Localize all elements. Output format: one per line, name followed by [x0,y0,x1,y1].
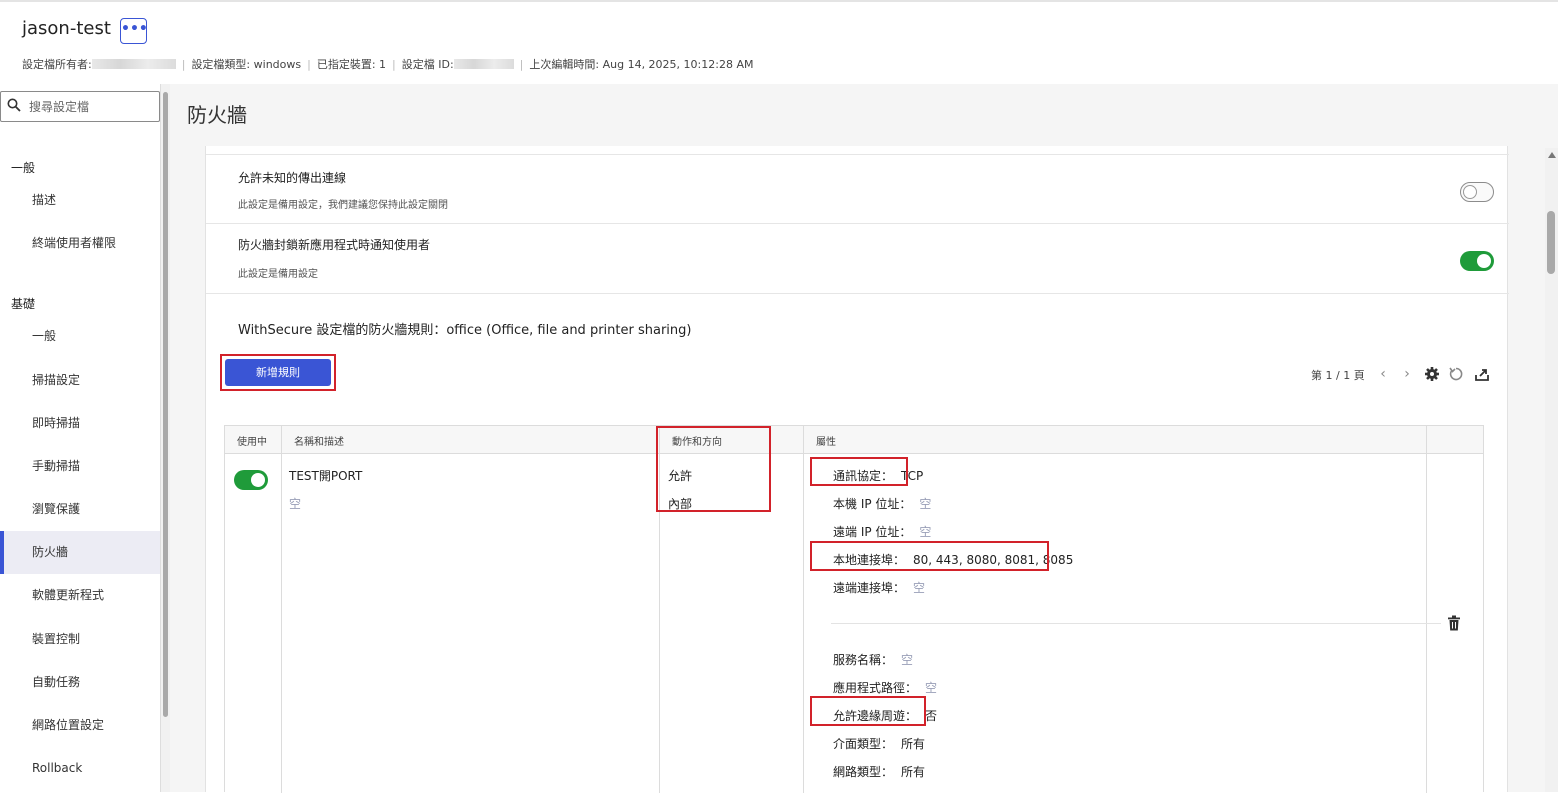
rules-title: WithSecure 設定檔的防火牆規則：office (Office, fil… [238,323,692,338]
rule-enabled-toggle[interactable] [234,470,268,490]
column-header-properties[interactable]: 屬性 [816,433,836,448]
next-page-icon[interactable]: › [1399,366,1415,382]
main-content: 防火牆 允許未知的傳出連線 此設定是備用設定，我們建議您保持此設定關閉 防火牆封… [170,84,1558,793]
redacted-owner [91,59,176,69]
prop-local-ip: 本機 IP 位址：空 [833,497,932,511]
rule-direction: 內部 [668,497,693,511]
sidebar-item-description[interactable]: 描述 [0,179,160,222]
id-label: 設定檔 ID: [401,58,454,71]
search-icon [7,98,21,112]
setting-title: 允許未知的傳出連線 [238,171,347,185]
sidebar-item-manual-scan[interactable]: 手動掃描 [0,445,160,488]
toggle-unknown-outbound[interactable] [1460,182,1494,202]
sidebar-item-software-updater[interactable]: 軟體更新程式 [0,574,160,617]
column-divider [1426,426,1427,793]
section-general: 一般 [11,161,36,175]
sidebar-scroll-thumb[interactable] [163,92,168,717]
profile-title: jason-test [22,18,111,39]
firewall-settings-card: 允許未知的傳出連線 此設定是備用設定，我們建議您保持此設定關閉 防火牆封鎖新應用… [205,146,1509,793]
prop-remote-ip: 遠端 IP 位址：空 [833,525,932,539]
redacted-id [453,59,514,69]
section-basics: 基礎 [11,297,36,311]
setting-subtitle: 此設定是備用設定 [238,269,318,280]
search-input[interactable] [29,96,153,117]
column-header-name[interactable]: 名稱和描述 [294,433,344,448]
page-scrollbar[interactable] [1545,148,1558,792]
type-label: 設定檔類型: windows [191,58,302,71]
table-header: 使用中 名稱和描述 動作和方向 屬性 [225,426,1483,454]
sidebar-item-scan-settings[interactable]: 掃描設定 [0,359,160,402]
gear-icon[interactable] [1424,366,1440,382]
prop-app-path: 應用程式路徑：空 [833,681,938,695]
add-rule-button[interactable]: 新增規則 [225,359,331,386]
page-title: 防火牆 [187,103,247,127]
sidebar-item-network-location[interactable]: 網路位置設定 [0,704,160,747]
prop-remote-ports: 遠端連接埠：空 [833,581,926,595]
sidebar: 一般 描述 終端使用者權限 基礎 一般 掃描設定 即時掃描 手動掃描 瀏覽保護 … [0,84,160,792]
prop-service-name: 服務名稱：空 [833,653,914,667]
prop-interface-type: 介面類型： 所有 [833,737,926,751]
setting-subtitle: 此設定是備用設定，我們建議您保持此設定關閉 [238,200,448,211]
toggle-knob [1463,185,1477,199]
edited-label: 上次編輯時間: Aug 14, 2025, 10:12:28 AM [529,58,754,71]
scroll-up-arrow-icon[interactable] [1548,152,1556,158]
column-divider [803,426,804,793]
section-divider [206,293,1509,294]
rule-action: 允許 [668,469,693,483]
toggle-knob [251,473,265,487]
firewall-rules-table: 使用中 名稱和描述 動作和方向 屬性 TEST開PORT 空 允許 內部 通訊協… [224,425,1484,793]
sidebar-item-browsing-protection[interactable]: 瀏覽保護 [0,488,160,531]
meta-separator: | [307,57,311,71]
sidebar-item-general[interactable]: 一般 [0,315,160,358]
meta-separator: | [519,57,524,71]
meta-separator: | [181,57,186,71]
page-scroll-thumb[interactable] [1547,211,1555,274]
devices-label[interactable]: 已指定裝置: 1 [317,56,386,72]
sidebar-item-firewall[interactable]: 防火牆 [0,531,160,574]
sidebar-item-automatic-tasks[interactable]: 自動任務 [0,661,160,704]
edge-traversal-highlight [810,696,926,726]
add-rule-highlight: 新增規則 [220,354,336,391]
more-options-button[interactable]: ••• [120,18,148,44]
pager-text: 第 1 / 1 頁 [1311,369,1365,382]
local-ports-highlight [810,541,1049,571]
rule-description: 空 [289,497,302,511]
rule-name: TEST開PORT [289,469,363,483]
profile-meta: 設定檔所有者: | 設定檔類型: windows | 已指定裝置: 1 | 設定… [22,56,753,72]
export-icon[interactable] [1474,366,1490,382]
sidebar-item-device-control[interactable]: 裝置控制 [0,618,160,661]
setting-row-unknown-outbound: 允許未知的傳出連線 此設定是備用設定，我們建議您保持此設定關閉 [206,154,1509,223]
sidebar-item-rollback[interactable]: Rollback [0,747,160,790]
search-box[interactable] [0,91,160,122]
setting-row-notify-users: 防火牆封鎖新應用程式時通知使用者 此設定是備用設定 [206,223,1509,293]
properties-divider [831,623,1441,624]
sidebar-scrollbar[interactable] [160,84,170,792]
toggle-notify-users[interactable] [1460,251,1494,271]
toggle-knob [1477,254,1491,268]
sidebar-item-realtime-scan[interactable]: 即時掃描 [0,402,160,445]
profile-header: jason-test ••• 設定檔所有者: | 設定檔類型: windows … [0,2,1558,84]
column-divider [281,426,282,793]
protocol-highlight [810,457,908,486]
meta-separator: | [392,57,396,71]
owner-label: 設定檔所有者: [22,58,92,71]
reset-icon[interactable] [1448,366,1464,382]
setting-title: 防火牆封鎖新應用程式時通知使用者 [238,238,431,252]
column-header-enabled[interactable]: 使用中 [237,433,267,448]
sidebar-item-end-user-permissions[interactable]: 終端使用者權限 [0,222,160,265]
prev-page-icon[interactable]: ‹ [1375,366,1391,382]
prop-network-type: 網路類型： 所有 [833,765,926,779]
trash-icon[interactable] [1447,615,1461,631]
